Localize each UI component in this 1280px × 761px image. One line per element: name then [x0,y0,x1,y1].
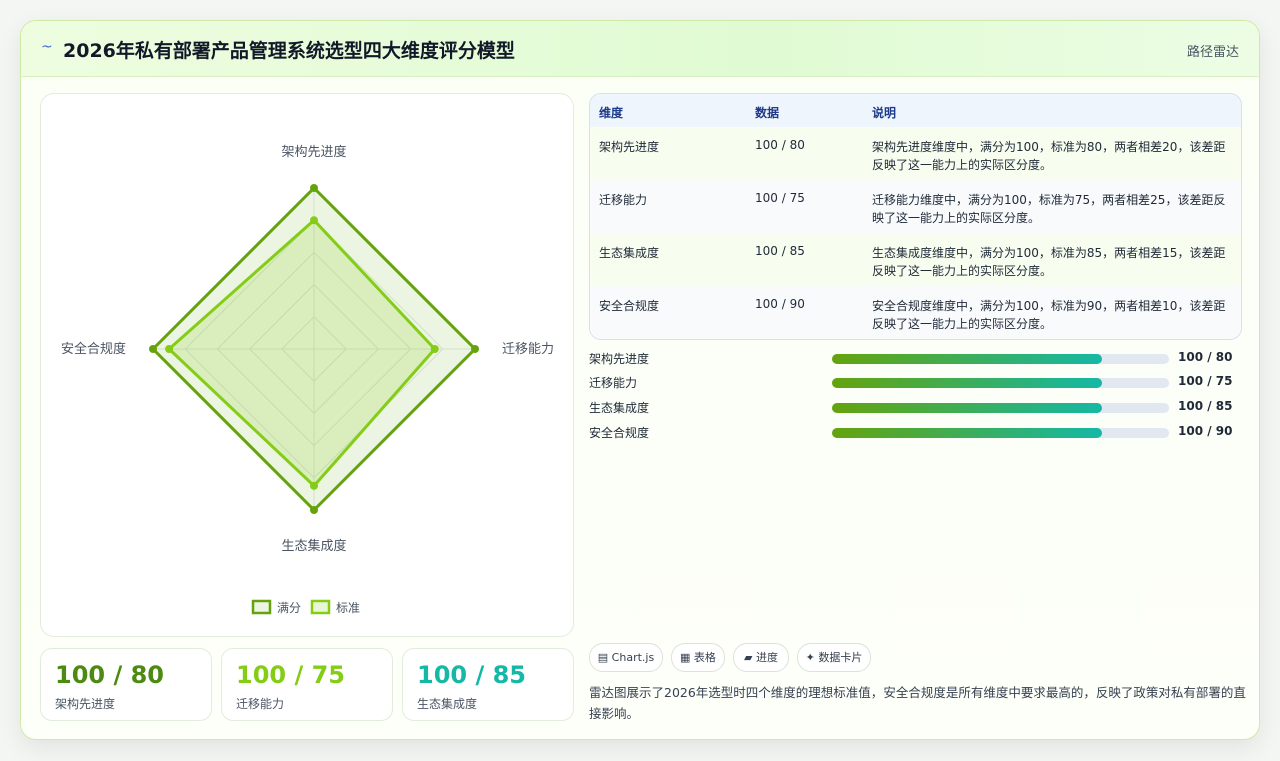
radar-point [310,481,318,490]
table-row: 迁移能力 100 / 75 迁移能力维度中，满分为100，标准为75，两者相差2… [590,180,1241,234]
cell-dimension: 架构先进度 [599,140,660,154]
kpi-label: 迁移能力 [236,697,285,711]
radar-axis-label: 迁移能力 [502,342,554,357]
progress-value: 100 / 85 [1178,399,1233,413]
kpi-value: 100 / 75 [236,661,345,689]
radar-point [310,506,318,514]
radar-chart: 架构先进度迁移能力生态集成度 安全合规度满分 标准 [61,144,554,615]
radar-point [471,345,479,353]
progress-fill [832,403,1102,413]
cell-data: 100 / 75 [755,191,805,205]
cell-dimension: 生态集成度 [599,246,660,260]
radar-point [310,184,318,192]
cell-data: 100 / 90 [755,297,805,311]
progress-row: 安全合规度 100 / 90 [589,423,1240,443]
progress-track [832,403,1169,413]
chip-data-card[interactable]: ✦ 数据卡片 [797,643,871,672]
pulse-icon: ~ [41,39,53,55]
cell-description: 生态集成度维度中，满分为100，标准为85，两者相差15，该差距反映了这一能力上… [872,246,1226,278]
cell-description: 安全合规度维度中，满分为100，标准为90，两者相差10，该差距反映了这一能力上… [872,299,1226,331]
kpi-label: 生态集成度 [417,697,478,711]
cell-data: 100 / 85 [755,244,805,258]
kpi-card-1: 100 / 80 架构先进度 [40,648,212,721]
radar-point [310,216,318,225]
table-row: 生态集成度 100 / 85 生态集成度维度中，满分为100，标准为85，两者相… [590,233,1241,287]
table-header: 维度 数据 说明 [590,94,1241,128]
column-header-data: 数据 [755,106,780,120]
kpi-label: 架构先进度 [55,697,116,711]
page-title: 2026年私有部署产品管理系统选型四大维度评分模型 [63,40,515,62]
radar-axis-label: 生态集成度 [281,538,346,554]
progress-label: 迁移能力 [589,376,638,390]
progress-row: 迁移能力 100 / 75 [589,373,1240,393]
header-tag: 路径雷达 [1186,45,1239,60]
kpi-card-2: 100 / 75 迁移能力 [221,648,393,721]
progress-label: 生态集成度 [589,401,650,415]
legend-swatch [251,599,272,615]
progress-row: 生态集成度 100 / 85 [589,398,1240,418]
radar-point [149,345,157,353]
header: ~ 2026年私有部署产品管理系统选型四大维度评分模型 路径雷达 [21,21,1259,77]
progress-value: 100 / 90 [1178,424,1233,438]
cell-dimension: 安全合规度 [599,299,660,313]
kpi-card-3: 100 / 85 生态集成度 [402,648,574,721]
progress-track [832,378,1169,388]
radar-chart-panel: 架构先进度迁移能力生态集成度 安全合规度满分 标准 [40,93,574,637]
progress-fill [832,378,1102,388]
progress-fill [832,428,1102,438]
data-table: 维度 数据 说明 架构先进度 100 / 80 架构先进度维度中，满分为100，… [589,93,1242,340]
radar-axis-label: 架构先进度 [281,144,346,160]
progress-track [832,354,1169,364]
progress-row: 架构先进度 100 / 80 [589,349,1240,369]
chart-note: 雷达图展示了2026年选型时四个维度的理想标准值，安全合规度是所有维度中要求最高… [589,685,1246,721]
chip-table[interactable]: ▦ 表格 [671,643,725,672]
legend-swatch [310,599,331,615]
progress-track [832,428,1169,438]
legend-label: 满分 [277,601,301,615]
cell-description: 迁移能力维度中，满分为100，标准为75，两者相差25，该差距反映了这一能力上的… [872,193,1226,225]
cell-data: 100 / 80 [755,138,805,152]
progress-label: 架构先进度 [589,352,650,366]
radar-point [165,345,174,353]
main-card: ~ 2026年私有部署产品管理系统选型四大维度评分模型 路径雷达 架构先进度迁移… [20,20,1260,740]
cell-dimension: 迁移能力 [599,193,648,207]
table-row: 架构先进度 100 / 80 架构先进度维度中，满分为100，标准为80，两者相… [590,127,1241,181]
progress-value: 100 / 75 [1178,374,1233,388]
progress-value: 100 / 80 [1178,350,1233,364]
progress-label: 安全合规度 [589,426,650,440]
table-row: 安全合规度 100 / 90 安全合规度维度中，满分为100，标准为90，两者相… [590,286,1241,339]
legend-label: 标准 [336,601,360,615]
radar-axis-label: 安全合规度 [61,341,126,357]
progress-fill [832,354,1102,364]
chip-progress[interactable]: ▰ 进度 [733,643,789,672]
column-header-dimension: 维度 [599,106,624,120]
kpi-value: 100 / 80 [55,661,164,689]
radar-point [430,345,439,353]
radar-series-2 [166,218,437,489]
kpi-value: 100 / 85 [417,661,526,689]
column-header-description: 说明 [872,106,897,120]
chip-chartjs[interactable]: ▤ Chart.js [589,643,663,672]
cell-description: 架构先进度维度中，满分为100，标准为80，两者相差20，该差距反映了这一能力上… [872,140,1226,172]
